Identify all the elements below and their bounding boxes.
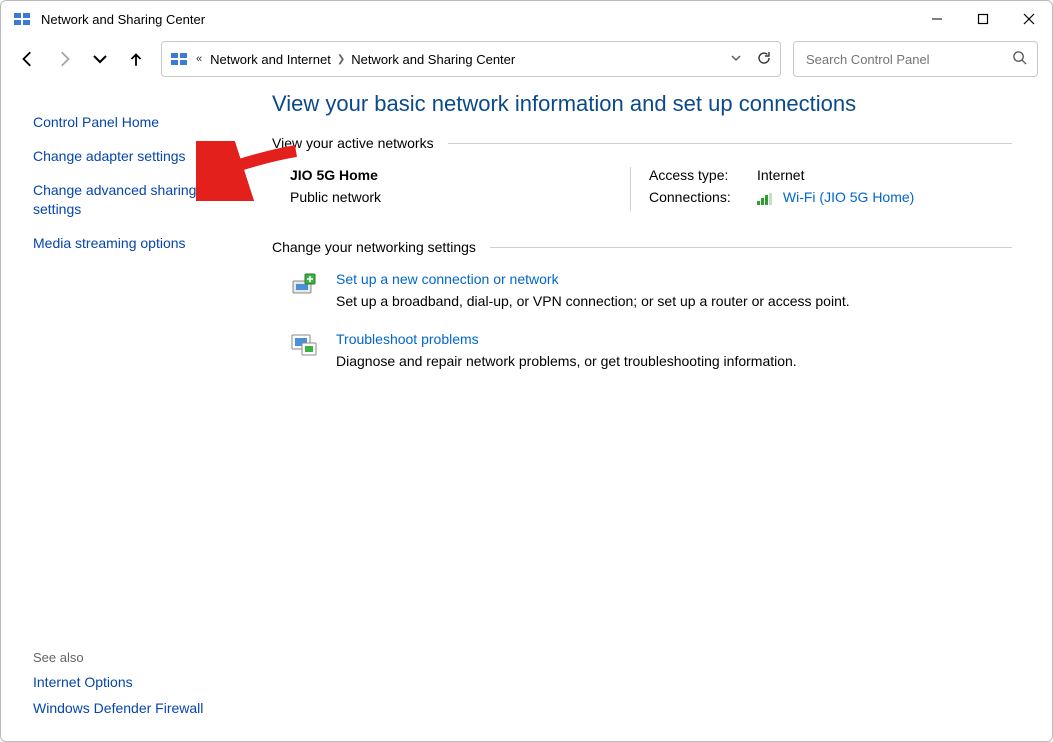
wifi-signal-icon	[757, 192, 773, 204]
app-icon	[13, 10, 31, 28]
page-heading: View your basic network information and …	[272, 91, 1012, 117]
search-icon[interactable]	[1012, 50, 1027, 68]
troubleshoot-icon	[290, 331, 318, 359]
active-networks-header: View your active networks	[272, 135, 1012, 151]
active-network-panel: JIO 5G Home Public network Access type: …	[290, 167, 1012, 211]
location-icon	[170, 50, 188, 68]
nav-row: « Network and Internet ❯ Network and Sha…	[1, 37, 1052, 81]
task-description: Set up a broadband, dial-up, or VPN conn…	[336, 293, 850, 309]
window-title: Network and Sharing Center	[41, 12, 914, 27]
access-type-value: Internet	[757, 167, 804, 183]
see-also-defender-firewall[interactable]: Windows Defender Firewall	[33, 699, 238, 717]
sidebar-link-adapter-settings[interactable]: Change adapter settings	[33, 147, 238, 165]
breadcrumb: Network and Internet ❯ Network and Shari…	[210, 52, 722, 67]
sidebar-link-advanced-sharing[interactable]: Change advanced sharing settings	[33, 181, 238, 217]
connections-label: Connections:	[649, 189, 757, 205]
change-settings-header: Change your networking settings	[272, 239, 1012, 255]
search-input[interactable]	[804, 51, 1004, 68]
see-also-label: See also	[33, 650, 238, 665]
minimize-button[interactable]	[914, 1, 960, 37]
breadcrumb-item[interactable]: Network and Internet	[210, 52, 331, 67]
forward-button[interactable]	[55, 50, 73, 68]
search-box[interactable]	[793, 41, 1038, 77]
network-name: JIO 5G Home	[290, 167, 630, 183]
back-button[interactable]	[19, 50, 37, 68]
recent-locations-button[interactable]	[91, 50, 109, 68]
titlebar: Network and Sharing Center	[1, 1, 1052, 37]
network-type: Public network	[290, 189, 630, 205]
setup-connection-icon	[290, 271, 318, 299]
task-setup-connection[interactable]: Set up a new connection or network Set u…	[290, 271, 1012, 309]
chevron-right-icon: ❯	[337, 54, 345, 65]
breadcrumb-ellipsis[interactable]: «	[196, 53, 202, 65]
main-content: View your basic network information and …	[256, 81, 1052, 741]
close-button[interactable]	[1006, 1, 1052, 37]
maximize-button[interactable]	[960, 1, 1006, 37]
task-title[interactable]: Set up a new connection or network	[336, 271, 559, 287]
tasks-list: Set up a new connection or network Set u…	[272, 271, 1012, 369]
change-settings-label: Change your networking settings	[272, 239, 476, 255]
control-panel-home-link[interactable]: Control Panel Home	[33, 113, 238, 131]
divider	[448, 143, 1012, 144]
nav-arrows	[19, 50, 145, 68]
address-dropdown-button[interactable]	[730, 52, 742, 67]
task-troubleshoot[interactable]: Troubleshoot problems Diagnose and repai…	[290, 331, 1012, 369]
window-controls	[914, 1, 1052, 37]
see-also-internet-options[interactable]: Internet Options	[33, 673, 238, 691]
up-button[interactable]	[127, 50, 145, 68]
see-also-section: See also Internet Options Windows Defend…	[33, 650, 238, 725]
vertical-divider	[630, 167, 631, 211]
access-type-label: Access type:	[649, 167, 757, 183]
divider	[490, 247, 1012, 248]
sidebar-link-media-streaming[interactable]: Media streaming options	[33, 234, 238, 252]
active-networks-label: View your active networks	[272, 135, 434, 151]
address-bar[interactable]: « Network and Internet ❯ Network and Sha…	[161, 41, 781, 77]
refresh-button[interactable]	[756, 50, 772, 69]
breadcrumb-item[interactable]: Network and Sharing Center	[351, 52, 515, 67]
connection-link[interactable]: Wi-Fi (JIO 5G Home)	[783, 189, 914, 205]
task-title[interactable]: Troubleshoot problems	[336, 331, 479, 347]
sidebar: Control Panel Home Change adapter settin…	[1, 81, 256, 741]
task-description: Diagnose and repair network problems, or…	[336, 353, 797, 369]
